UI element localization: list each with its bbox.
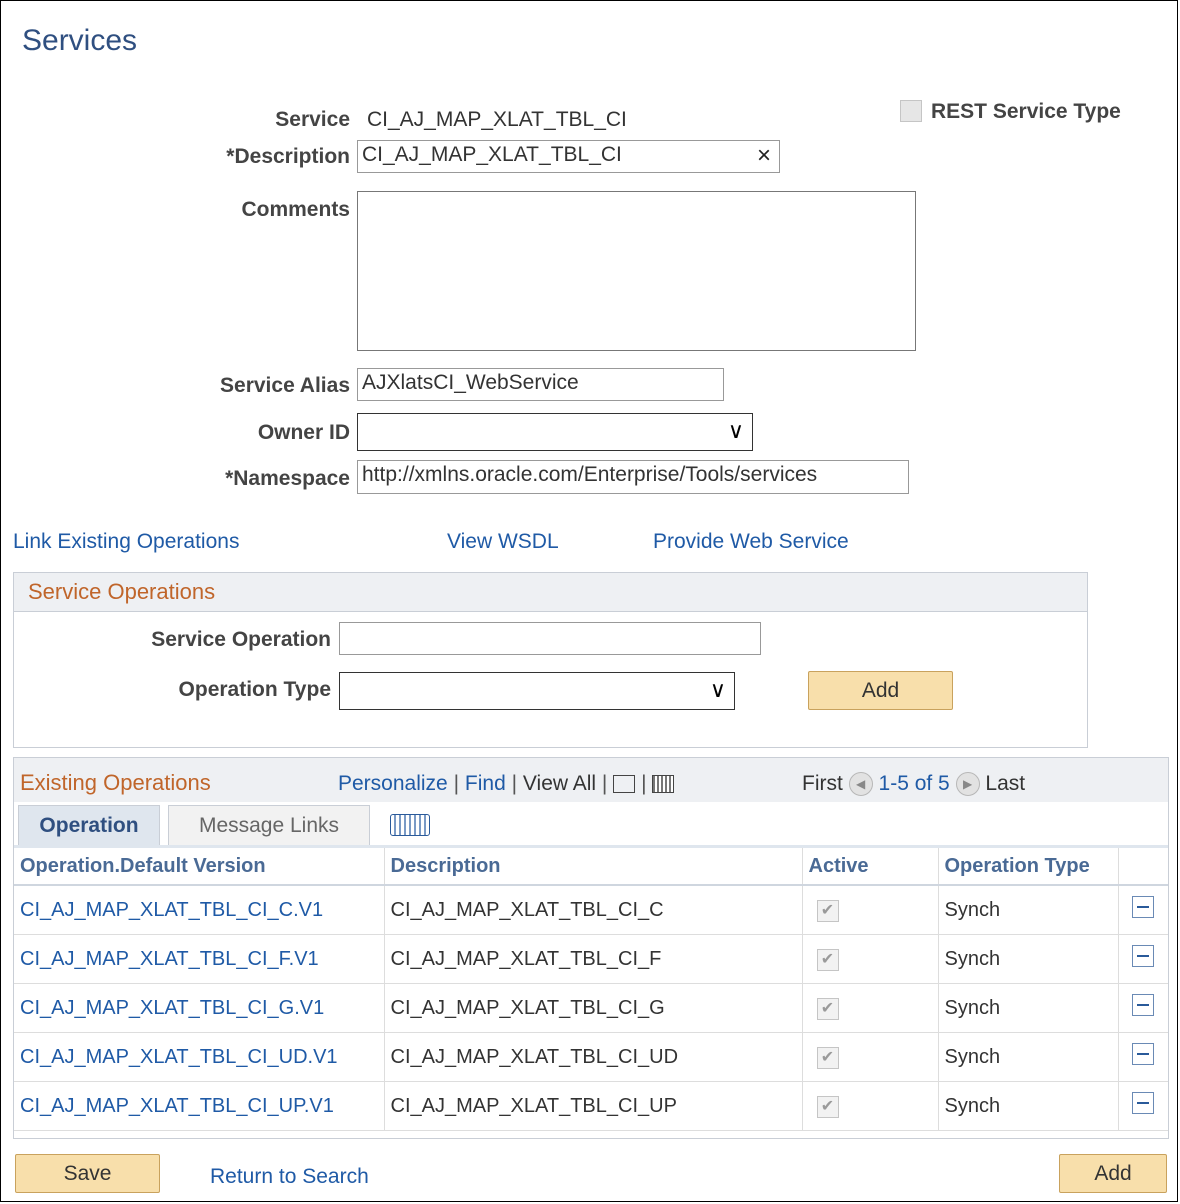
owner-id-label: Owner ID [257,421,350,444]
operation-type-cell: Synch [938,934,1119,984]
namespace-label: *Namespace [225,467,350,490]
table-row: CI_AJ_MAP_XLAT_TBL_CI_UP.V1 CI_AJ_MAP_XL… [14,1081,1168,1131]
service-alias-input[interactable]: AJXlatsCI_WebService [357,368,724,401]
active-checkbox[interactable]: ✔ [816,1096,839,1118]
description-label: *Description [226,145,350,168]
column-header-operation: Operation.Default Version [14,848,385,886]
operation-type-cell: Synch [938,1032,1119,1082]
active-checkbox[interactable]: ✔ [816,900,839,922]
service-operations-header: Service Operations [14,573,1087,612]
table-row: CI_AJ_MAP_XLAT_TBL_CI_UD.V1 CI_AJ_MAP_XL… [14,1032,1168,1082]
download-icon[interactable] [652,775,675,794]
operation-link[interactable]: CI_AJ_MAP_XLAT_TBL_CI_UD.V1 [14,1032,385,1082]
first-link[interactable]: First [802,772,843,795]
view-wsdl-link[interactable]: View WSDL [447,530,559,554]
show-all-columns-icon[interactable] [390,814,430,836]
page-title: Services [22,24,138,57]
operation-link[interactable]: CI_AJ_MAP_XLAT_TBL_CI_G.V1 [14,983,385,1033]
description-cell: CI_AJ_MAP_XLAT_TBL_CI_G [384,983,803,1033]
service-operations-group: Service Operations [13,572,1088,748]
namespace-input[interactable]: http://xmlns.oracle.com/Enterprise/Tools… [357,460,909,494]
link-existing-operations-link[interactable]: Link Existing Operations [13,530,239,554]
service-operation-input[interactable] [339,622,761,655]
existing-operations-title: Existing Operations [20,770,211,795]
tab-operation[interactable]: Operation [18,805,160,845]
active-checkbox[interactable]: ✔ [816,949,839,971]
provide-web-service-link[interactable]: Provide Web Service [653,530,849,554]
comments-textarea[interactable] [357,191,916,351]
operation-type-cell: Synch [938,885,1119,935]
service-value: CI_AJ_MAP_XLAT_TBL_CI [367,108,627,131]
operation-link[interactable]: CI_AJ_MAP_XLAT_TBL_CI_F.V1 [14,934,385,984]
column-header-active: Active [802,848,939,886]
operation-type-select[interactable]: ∨ [339,672,735,710]
operation-link[interactable]: CI_AJ_MAP_XLAT_TBL_CI_C.V1 [14,885,385,935]
pagination: First ◀ 1-5 of 5 ▶ Last [802,772,1025,797]
rest-service-type-checkbox[interactable] [900,100,922,122]
operation-type-cell: Synch [938,983,1119,1033]
separator: | [641,772,647,795]
separator: | [601,772,608,795]
description-input[interactable]: CI_AJ_MAP_XLAT_TBL_CI × [357,140,780,173]
delete-row-icon[interactable] [1132,994,1155,1016]
operations-table: Operation.Default Version Description Ac… [14,848,1168,1131]
personalize-link[interactable]: Personalize [338,772,448,795]
operation-type-cell: Synch [938,1081,1119,1131]
owner-id-select[interactable]: ∨ [357,413,753,451]
grid-toolbar: Personalize | Find | View All | | [338,772,675,796]
range-text: 1-5 of 5 [878,772,950,795]
chevron-down-icon: ∨ [727,418,744,443]
chevron-down-icon: ∨ [709,677,726,702]
delete-row-icon[interactable] [1132,896,1155,918]
return-to-search-link[interactable]: Return to Search [210,1165,369,1189]
add-button[interactable]: Add [1059,1154,1167,1193]
save-button[interactable]: Save [15,1154,160,1193]
separator: | [511,772,518,795]
add-operation-button[interactable]: Add [808,671,953,710]
delete-row-icon[interactable] [1132,945,1155,967]
service-label: Service [275,108,350,131]
description-cell: CI_AJ_MAP_XLAT_TBL_CI_C [384,885,803,935]
table-row: CI_AJ_MAP_XLAT_TBL_CI_C.V1 CI_AJ_MAP_XLA… [14,885,1168,935]
description-cell: CI_AJ_MAP_XLAT_TBL_CI_F [384,934,803,984]
view-all-link[interactable]: View All [523,772,596,795]
delete-row-icon[interactable] [1132,1043,1155,1065]
description-cell: CI_AJ_MAP_XLAT_TBL_CI_UP [384,1081,803,1131]
operation-type-label: Operation Type [178,678,331,701]
comments-label: Comments [241,198,350,221]
find-link[interactable]: Find [465,772,506,795]
previous-icon[interactable]: ◀ [848,772,873,797]
description-value: CI_AJ_MAP_XLAT_TBL_CI [362,143,622,166]
next-icon[interactable]: ▶ [955,772,980,797]
table-header-row: Operation.Default Version Description Ac… [14,848,1168,886]
description-cell: CI_AJ_MAP_XLAT_TBL_CI_UD [384,1032,803,1082]
active-checkbox[interactable]: ✔ [816,998,839,1020]
clear-icon[interactable]: × [757,142,771,170]
zoom-icon[interactable] [613,775,636,794]
service-alias-label: Service Alias [220,374,350,397]
service-operations-title: Service Operations [28,579,216,604]
column-header-description: Description [384,848,803,886]
table-row: CI_AJ_MAP_XLAT_TBL_CI_F.V1 CI_AJ_MAP_XLA… [14,934,1168,984]
delete-row-icon[interactable] [1132,1092,1155,1114]
tab-message-links[interactable]: Message Links [168,805,370,845]
table-row: CI_AJ_MAP_XLAT_TBL_CI_G.V1 CI_AJ_MAP_XLA… [14,983,1168,1033]
rest-service-type-label: REST Service Type [931,100,1121,123]
operation-link[interactable]: CI_AJ_MAP_XLAT_TBL_CI_UP.V1 [14,1081,385,1131]
column-header-operation-type: Operation Type [938,848,1119,886]
separator: | [453,772,460,795]
active-checkbox[interactable]: ✔ [816,1047,839,1069]
column-header-actions [1118,848,1168,886]
service-operation-label: Service Operation [151,628,331,651]
last-link[interactable]: Last [985,772,1025,795]
